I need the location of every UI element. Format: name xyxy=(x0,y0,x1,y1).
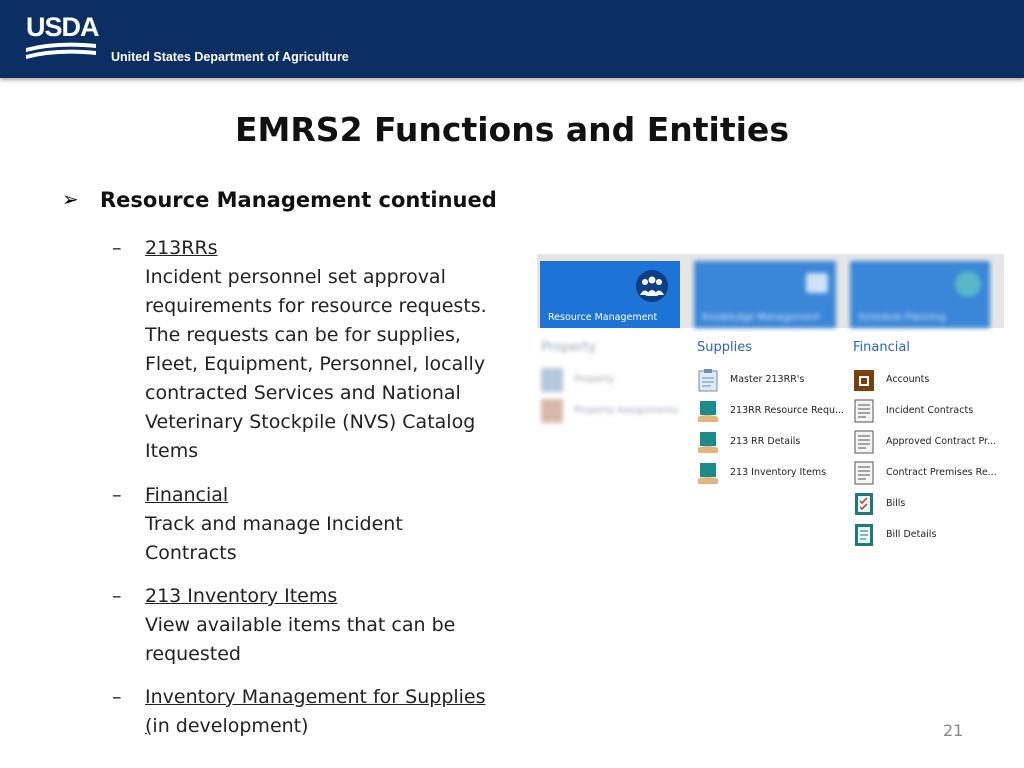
hand-request-icon xyxy=(698,432,718,453)
bullet-heading: Resource Management continued xyxy=(100,188,497,212)
arrow-bullet-icon: ➢ xyxy=(62,187,79,211)
property-assignment-icon xyxy=(541,399,563,423)
list-item-label: Contract Premises Re... xyxy=(886,467,997,478)
column-heading-supplies: Supplies xyxy=(697,340,752,355)
contract-document-icon xyxy=(854,399,874,423)
tile-label: Resource Management xyxy=(548,312,658,323)
people-group-icon xyxy=(636,270,668,302)
tile-icon xyxy=(806,273,828,293)
dash-bullet-icon: – xyxy=(112,585,122,607)
hand-request-icon xyxy=(698,463,718,484)
usda-swoosh-icon xyxy=(26,42,96,59)
sub-item-body: in development) xyxy=(152,715,309,737)
list-item-label: 213RR Resource Requ... xyxy=(730,405,845,416)
header-bar: USDA United States Department of Agricul… xyxy=(0,0,1024,78)
column-heading-property: Property xyxy=(541,340,597,355)
dash-bullet-icon: – xyxy=(112,237,122,259)
list-item-label: Property xyxy=(574,374,615,385)
department-name: United States Department of Agriculture xyxy=(111,50,349,64)
tile-knowledge-management[interactable]: Knowledge Management xyxy=(694,261,836,328)
contract-document-icon xyxy=(854,430,874,454)
tile-label: Knowledge Management xyxy=(702,312,820,323)
tile-label: Schedule Planning xyxy=(858,312,946,323)
bill-icon xyxy=(855,493,873,515)
sub-item-heading: Financial xyxy=(145,484,229,506)
list-item-label: Master 213RR's xyxy=(730,374,805,385)
list-item-label: Property Assignments xyxy=(574,405,679,416)
sub-item-heading: 213RRs xyxy=(145,237,218,259)
list-item-label: Bill Details xyxy=(886,529,937,540)
dash-bullet-icon: – xyxy=(112,686,122,708)
usda-logo: USDA xyxy=(26,12,100,62)
slide-title: EMRS2 Functions and Entities xyxy=(235,110,789,149)
list-item-label: 213 Inventory Items xyxy=(730,467,827,478)
dash-bullet-icon: – xyxy=(112,484,122,506)
sub-item-body: View available items that can be request… xyxy=(145,614,456,665)
usda-logo-text: USDA xyxy=(26,12,100,42)
tile-icon xyxy=(955,271,981,297)
tile-resource-management[interactable]: Resource Management xyxy=(540,261,680,328)
sub-item-body: Incident personnel set approval requirem… xyxy=(145,266,487,462)
list-item-label: 213 RR Details xyxy=(730,436,801,447)
list-item-label: Incident Contracts xyxy=(886,405,974,416)
sub-item-body: Track and manage Incident Contracts xyxy=(145,513,403,564)
list-item-label: Approved Contract Pr... xyxy=(886,436,997,447)
bill-details-icon xyxy=(855,524,873,546)
list-item-label: Bills xyxy=(886,498,906,509)
property-icon xyxy=(541,368,563,392)
wallet-icon xyxy=(854,370,874,391)
tile-bar: Resource Management Knowledge Management… xyxy=(537,254,1004,328)
hand-request-icon xyxy=(698,401,718,422)
column-heading-financial: Financial xyxy=(853,340,910,355)
page-number: 21 xyxy=(943,721,964,740)
contract-document-icon xyxy=(854,461,874,485)
tile-schedule-planning[interactable]: Schedule Planning xyxy=(850,261,990,328)
clipboard-icon xyxy=(698,369,718,392)
sub-item-heading: 213 Inventory Items xyxy=(145,585,338,607)
app-screenshot: Resource Management Knowledge Management… xyxy=(537,254,1004,554)
list-item-label: Accounts xyxy=(886,374,930,385)
